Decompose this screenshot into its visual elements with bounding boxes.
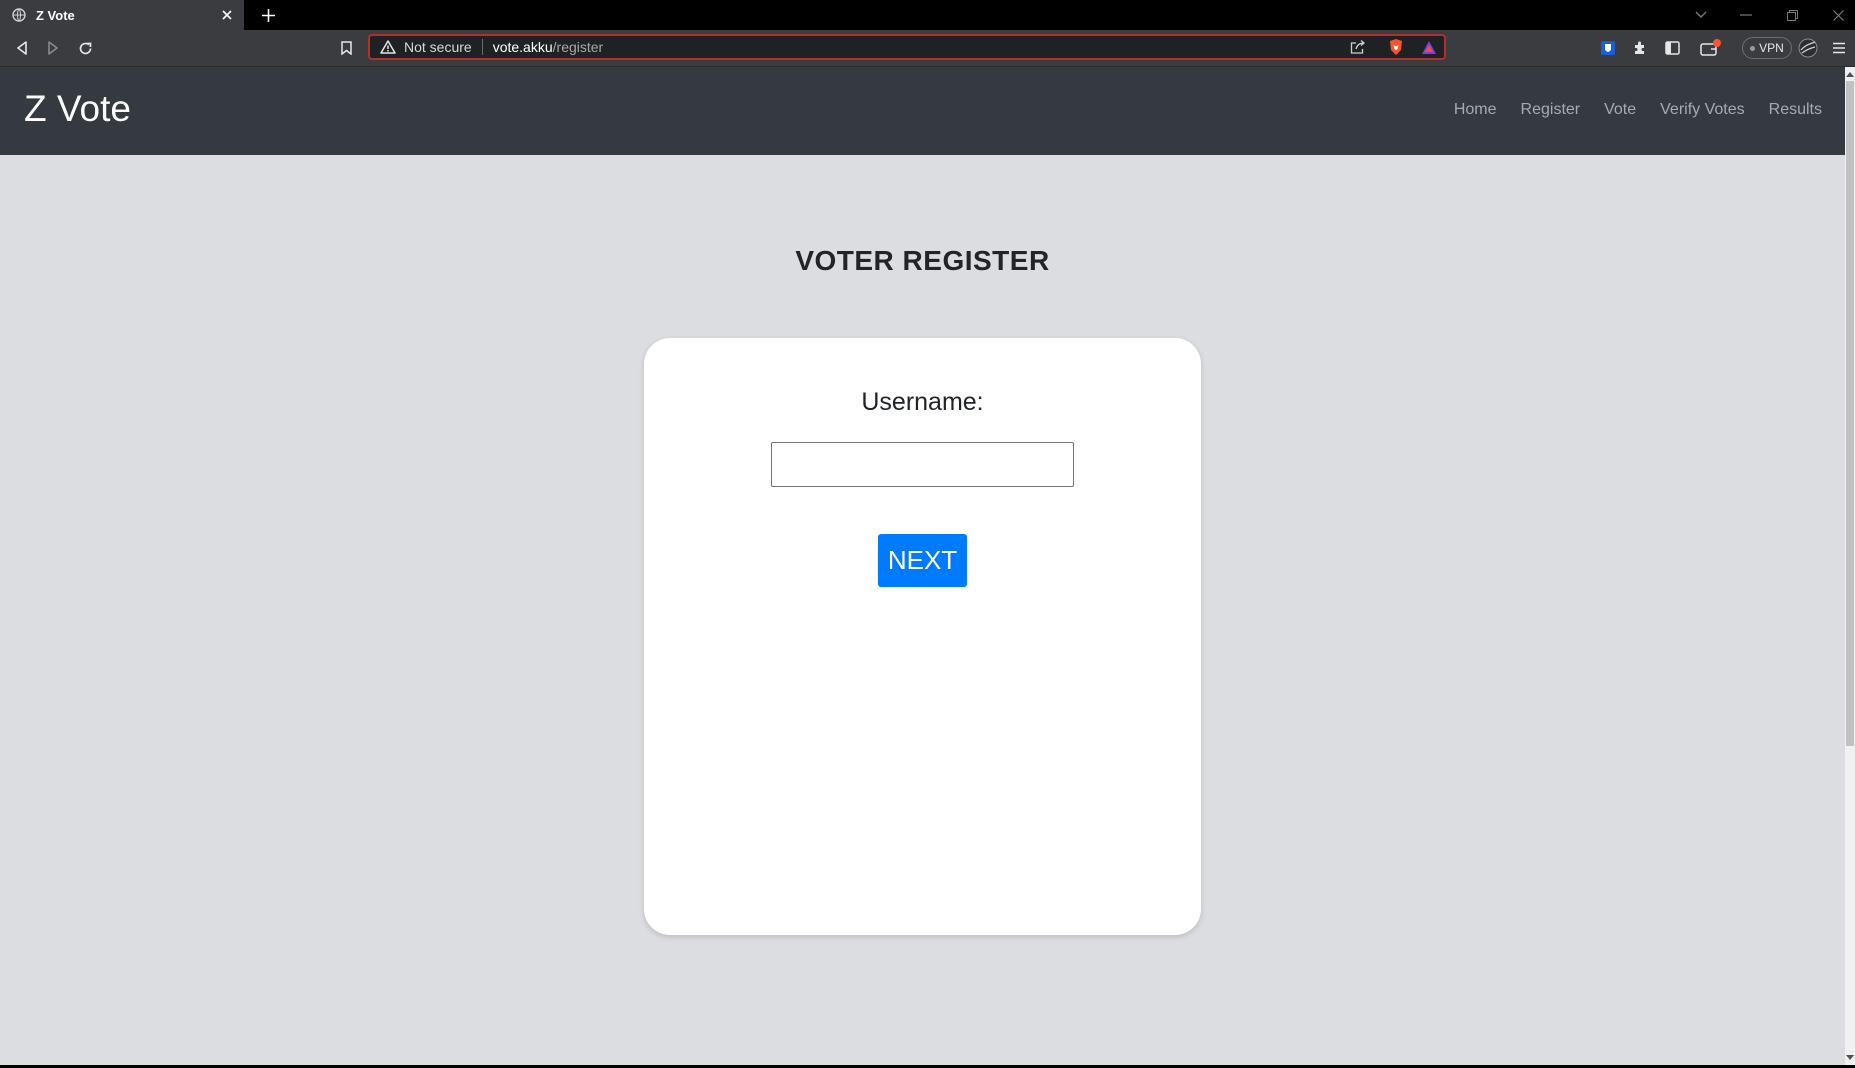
menu-icon[interactable] [1828,37,1850,59]
url-host: vote.akku [492,39,553,55]
restore-icon[interactable] [1782,5,1802,25]
reload-icon[interactable] [74,37,96,59]
bitwarden-extension-icon[interactable] [1597,37,1619,59]
brave-shields-icon[interactable] [1386,37,1406,57]
new-tab-icon[interactable] [258,5,278,25]
tab-strip: Z Vote [0,0,1855,30]
site-brand[interactable]: Z Vote [24,87,131,131]
address-separator [481,39,483,55]
back-icon[interactable] [11,37,33,59]
register-card: Username: NEXT [644,338,1201,935]
scroll-up-icon[interactable] [1846,69,1854,79]
username-input[interactable] [771,442,1074,487]
page-scrollbar[interactable] [1845,67,1855,1065]
vpn-button[interactable]: VPN [1742,37,1792,59]
brave-rewards-icon[interactable] [1419,37,1439,57]
vpn-status-dot [1750,45,1756,51]
tab-search-chevron-icon[interactable] [1691,5,1711,25]
tab-title: Z Vote [36,7,75,23]
nav-links: Home Register Vote Verify Votes Results [1454,101,1822,119]
share-icon[interactable] [1347,37,1367,57]
scrollbar-thumb[interactable] [1846,81,1854,746]
globe-icon [12,8,26,22]
minimize-icon[interactable] [1736,5,1756,25]
sidebar-icon[interactable] [1661,37,1683,59]
browser-tab[interactable]: Z Vote [0,0,244,30]
browser-toolbar: Not secure vote.akku/register VPN [0,30,1855,67]
nav-link-vote[interactable]: Vote [1604,101,1636,119]
forward-icon[interactable] [42,37,64,59]
extensions-puzzle-icon[interactable] [1629,37,1651,59]
url-path: /register [552,39,604,55]
site-navbar: Z Vote Home Register Vote Verify Votes R… [0,67,1845,155]
close-window-icon[interactable] [1828,5,1848,25]
next-button[interactable]: NEXT [878,534,967,587]
page-title: VOTER REGISTER [795,245,1050,276]
scroll-down-icon[interactable] [1846,1053,1854,1063]
bookmark-icon[interactable] [335,37,357,59]
nav-link-results[interactable]: Results [1769,101,1822,119]
nav-link-register[interactable]: Register [1521,101,1581,119]
page-viewport: Z Vote Home Register Vote Verify Votes R… [0,67,1845,1065]
address-bar[interactable]: Not secure vote.akku/register [368,34,1446,60]
nav-link-home[interactable]: Home [1454,101,1497,119]
username-label: Username: [861,388,984,416]
nav-link-verify-votes[interactable]: Verify Votes [1660,101,1745,119]
close-tab-icon[interactable] [218,6,236,24]
profile-avatar-icon[interactable] [1797,37,1819,59]
vpn-label: VPN [1759,41,1784,55]
warning-icon [380,39,396,55]
security-status[interactable]: Not secure [404,39,472,55]
wallet-notification-icon[interactable] [1700,37,1722,59]
